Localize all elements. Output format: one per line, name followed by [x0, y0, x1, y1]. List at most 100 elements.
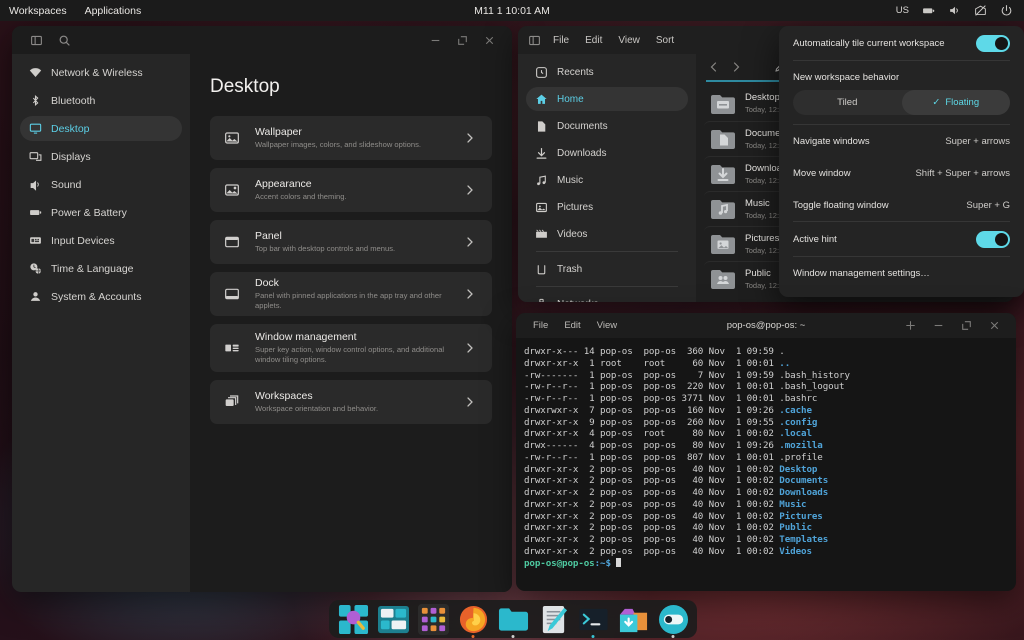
sidebar-item-downloads[interactable]: Downloads: [526, 141, 688, 165]
running-indicator: [671, 634, 675, 638]
dock-workspaces-icon[interactable]: [377, 604, 409, 635]
menu-file[interactable]: File: [553, 35, 569, 46]
page-title: Desktop: [210, 76, 280, 97]
segment-label: Tiled: [837, 97, 858, 108]
close-button[interactable]: [988, 319, 1001, 332]
menu-sort[interactable]: Sort: [656, 35, 674, 46]
sidebar-toggle-icon[interactable]: [30, 34, 43, 47]
clock-label[interactable]: M11 1 10:01 AM: [0, 5, 1024, 17]
auto-tile-row[interactable]: Automatically tile current workspace: [793, 26, 1010, 60]
terminal-titlebar[interactable]: File Edit View pop-os@pop-os: ~: [516, 313, 1016, 338]
battery-icon: [29, 206, 42, 219]
network-disabled-icon[interactable]: [974, 4, 987, 17]
settings-option-dock[interactable]: Dock Panel with pinned applications in t…: [210, 272, 492, 316]
settings-option-panel[interactable]: Panel Top bar with desktop controls and …: [210, 220, 492, 264]
back-button[interactable]: [708, 61, 720, 73]
sidebar-item-system-accounts[interactable]: System & Accounts: [20, 284, 182, 309]
power-icon[interactable]: [1000, 4, 1013, 17]
sidebar-item-label: Videos: [557, 228, 588, 240]
active-hint-toggle[interactable]: [976, 230, 1010, 248]
appearance-icon: [224, 182, 240, 198]
option-title: Workspaces: [255, 390, 313, 402]
terminal-line: drwxr-xr-x 2 pop-os pop-os 40 Nov 1 00:0…: [524, 463, 818, 475]
active-hint-row[interactable]: Active hint: [793, 222, 1010, 256]
menu-file[interactable]: File: [533, 320, 548, 331]
minimize-button[interactable]: [429, 34, 442, 47]
terminal-entry-name: Public: [779, 522, 812, 534]
auto-tile-toggle[interactable]: [976, 34, 1010, 52]
option-title: Dock: [255, 277, 279, 289]
sidebar-item-documents[interactable]: Documents: [526, 114, 688, 138]
applications-menu-button[interactable]: Applications: [85, 5, 142, 17]
sidebar-item-label: Network & Wireless: [51, 66, 143, 79]
terminal-line: -rw-r--r-- 1 pop-os pop-os 807 Nov 1 00:…: [524, 451, 823, 463]
sidebar-item-networks[interactable]: Networks: [526, 292, 688, 302]
settings-titlebar[interactable]: [12, 26, 512, 54]
shortcut-value: Super + G: [966, 199, 1010, 211]
close-button[interactable]: [483, 34, 496, 47]
sidebar-item-pictures[interactable]: Pictures: [526, 195, 688, 219]
segment-floating[interactable]: ✓ Floating: [901, 90, 1010, 115]
sidebar-item-network-wireless[interactable]: Network & Wireless: [20, 60, 182, 85]
sidebar-item-sound[interactable]: Sound: [20, 172, 182, 197]
sidebar-item-bluetooth[interactable]: Bluetooth: [20, 88, 182, 113]
sidebar-toggle-icon[interactable]: [526, 34, 541, 47]
menu-edit[interactable]: Edit: [564, 320, 580, 331]
top-panel: Workspaces Applications M11 1 10:01 AM U…: [0, 0, 1024, 21]
dock-pop-shop-icon[interactable]: [618, 604, 649, 635]
chevron-right-icon: [464, 288, 476, 300]
settings-option-workspaces[interactable]: Workspaces Workspace orientation and beh…: [210, 380, 492, 424]
sidebar-item-time-language[interactable]: Time & Language: [20, 256, 182, 281]
settings-option-wallpaper[interactable]: Wallpaper Wallpaper images, colors, and …: [210, 116, 492, 160]
sidebar-item-trash[interactable]: Trash: [526, 257, 688, 281]
dock-launcher-icon[interactable]: [338, 604, 369, 635]
forward-button[interactable]: [730, 61, 742, 73]
dock-files-icon[interactable]: [498, 604, 529, 638]
terminal-line: drwx------ 4 pop-os pop-os 80 Nov 1 09:2…: [524, 440, 823, 451]
settings-option-window-management[interactable]: Window management Super key action, wind…: [210, 324, 492, 372]
sidebar-item-input-devices[interactable]: Input Devices: [20, 228, 182, 253]
sidebar-item-videos[interactable]: Videos: [526, 222, 688, 246]
battery-icon[interactable]: [922, 4, 935, 17]
terminal-entry-name: Downloads: [779, 487, 829, 498]
terminal-line: drwxr-xr-x 1 root root 60 Nov 1 00:01 ..: [524, 357, 791, 369]
segment-tiled[interactable]: Tiled: [793, 90, 902, 115]
sidebar-item-home[interactable]: Home: [526, 87, 688, 111]
settings-option-appearance[interactable]: Appearance Accent colors and theming.: [210, 168, 492, 212]
sidebar-item-displays[interactable]: Displays: [20, 144, 182, 169]
dock-settings-icon[interactable]: [658, 604, 689, 638]
sidebar-item-power-battery[interactable]: Power & Battery: [20, 200, 182, 225]
terminal-output[interactable]: drwxr-x--- 14 pop-os pop-os 360 Nov 1 09…: [516, 338, 1016, 569]
menu-edit[interactable]: Edit: [585, 35, 602, 46]
dock-text-editor-icon[interactable]: [538, 604, 569, 635]
menu-view[interactable]: View: [597, 320, 617, 331]
sidebar-item-label: Recents: [557, 66, 594, 78]
maximize-button[interactable]: [456, 34, 469, 47]
sidebar-item-recents[interactable]: Recents: [526, 60, 688, 84]
terminal-line: drwxr-xr-x 2 pop-os pop-os 40 Nov 1 00:0…: [524, 475, 829, 487]
terminal-cursor: [616, 557, 622, 567]
sidebar-item-label: Pictures: [557, 201, 594, 213]
sidebar-item-desktop[interactable]: Desktop: [20, 116, 182, 141]
dock-firefox-icon[interactable]: [458, 604, 489, 638]
dock-app-grid-icon[interactable]: [417, 603, 449, 635]
keyboard-layout-indicator[interactable]: US: [896, 5, 909, 16]
new-tab-button[interactable]: [904, 319, 917, 332]
option-subtitle: Wallpaper images, colors, and slideshow …: [255, 140, 422, 149]
window-management-settings-link[interactable]: Window management settings…: [793, 257, 1010, 290]
workspaces-menu-button[interactable]: Workspaces: [9, 5, 67, 17]
search-icon[interactable]: [58, 34, 71, 47]
segment-label: Floating: [945, 97, 980, 108]
option-title: Wallpaper: [255, 126, 302, 138]
sidebar-item-label: Displays: [51, 150, 91, 163]
volume-icon[interactable]: [948, 4, 961, 17]
minimize-button[interactable]: [932, 319, 945, 332]
wifi-icon: [29, 66, 42, 79]
image-icon: [224, 130, 240, 146]
panel-icon: [224, 234, 240, 250]
menu-view[interactable]: View: [618, 35, 640, 46]
sidebar-item-music[interactable]: Music: [526, 168, 688, 192]
dock-terminal-icon[interactable]: [578, 604, 609, 638]
option-title: Window management: [255, 331, 357, 343]
maximize-button[interactable]: [960, 319, 973, 332]
